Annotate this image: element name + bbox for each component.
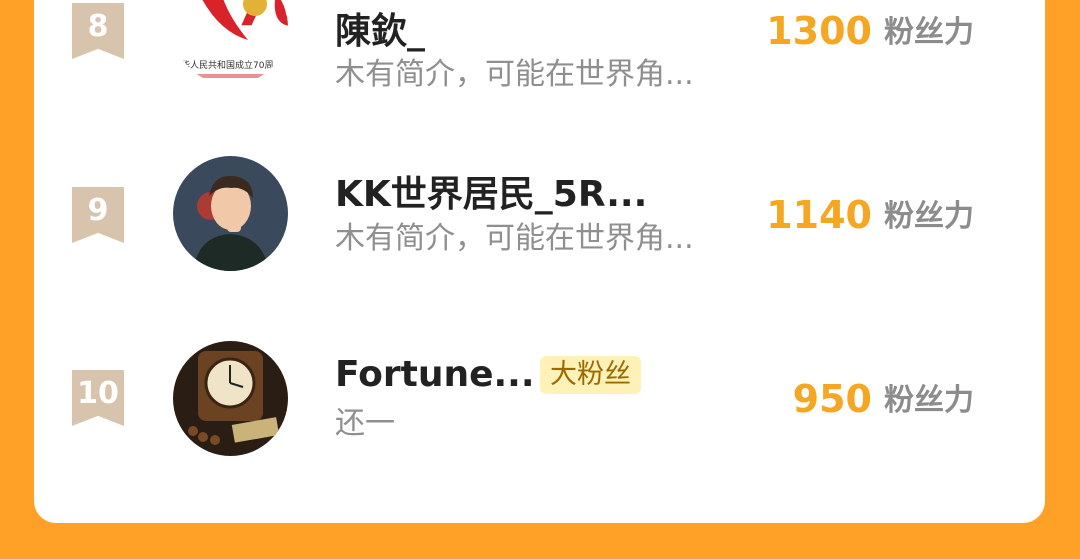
rank-ribbon: 9 xyxy=(72,187,124,243)
user-intro: 还一 xyxy=(335,406,395,441)
list-item[interactable]: 8 70 华人民共和国成立70周 陳欽_ 木有简介，可能在世界角... 1300… xyxy=(0,0,1080,100)
fan-score-unit: 粉丝力 xyxy=(884,199,974,234)
list-item[interactable]: 10 Fortune... 大粉丝 还一 950 粉丝力 xyxy=(0,330,1080,470)
user-name[interactable]: Fortune... xyxy=(335,355,535,395)
avatar[interactable] xyxy=(173,341,288,456)
clock-photo-icon xyxy=(173,341,288,456)
rank-ribbon: 8 xyxy=(72,3,124,59)
user-intro: 木有简介，可能在世界角... xyxy=(335,221,694,256)
fan-score: 950 xyxy=(792,377,872,421)
fan-score: 1300 xyxy=(766,9,872,53)
emblem-70-anniversary-icon: 70 华人民共和国成立70周 xyxy=(173,0,288,85)
fan-score-unit: 粉丝力 xyxy=(884,15,974,50)
rank-ribbon: 10 xyxy=(72,370,124,426)
user-name[interactable]: KK世界居民_5R... xyxy=(335,175,647,215)
big-fan-badge: 大粉丝 xyxy=(540,356,641,394)
user-name[interactable]: 陳欽_ xyxy=(335,12,425,52)
list-item[interactable]: 9 KK世界居民_5R... 木有简介，可能在世界角... 1140 粉丝力 xyxy=(0,145,1080,285)
avatar-caption: 华人民共和国成立70周 xyxy=(181,59,273,71)
illustrated-man-icon xyxy=(173,156,288,271)
user-intro: 木有简介，可能在世界角... xyxy=(335,57,694,92)
avatar[interactable] xyxy=(173,156,288,271)
fan-score: 1140 xyxy=(766,193,872,237)
avatar[interactable]: 70 华人民共和国成立70周 xyxy=(173,0,288,85)
fan-score-unit: 粉丝力 xyxy=(884,383,974,418)
